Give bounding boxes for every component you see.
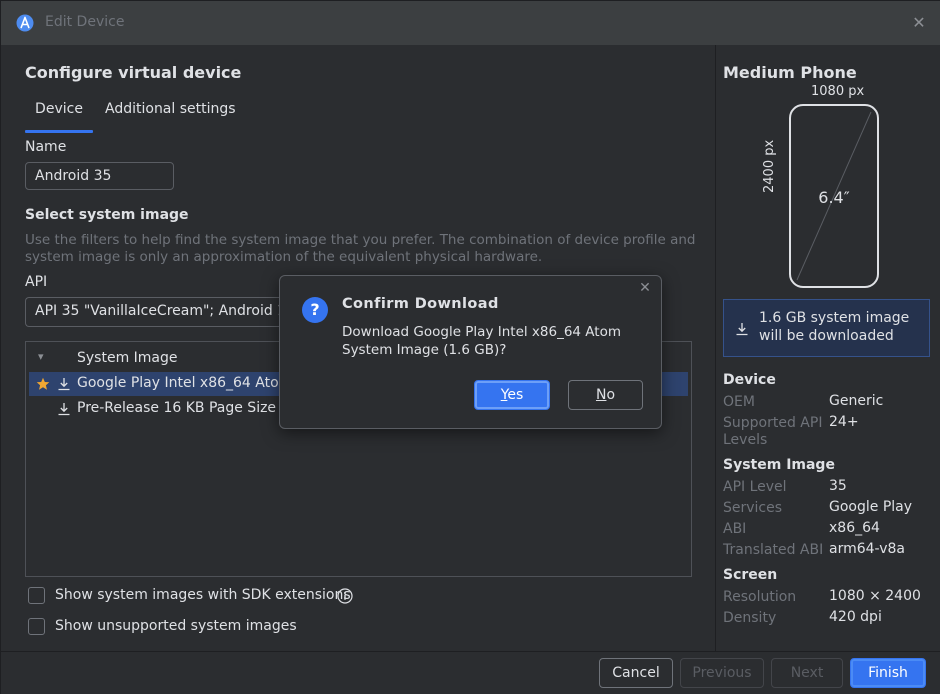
device-section-heading: Device	[723, 372, 776, 388]
screen-section-heading: Screen	[723, 567, 778, 583]
api-level-value: 35	[829, 478, 847, 494]
width-px-label: 1080 px	[811, 84, 865, 99]
sdk-extensions-label: Show system images with SDK extensions	[55, 587, 351, 603]
name-input[interactable]: Android 35	[25, 162, 174, 190]
oem-value: Generic	[829, 393, 884, 409]
no-label-rest: o	[606, 387, 616, 403]
density-key: Density	[723, 610, 777, 626]
device-title: Medium Phone	[723, 63, 857, 82]
question-icon: ?	[302, 297, 328, 323]
collapse-chevron-icon[interactable]: ▾	[38, 350, 44, 363]
unsupported-images-label: Show unsupported system images	[55, 618, 297, 634]
services-key: Services	[723, 500, 783, 516]
yes-button[interactable]: Yes	[474, 380, 550, 410]
finish-button[interactable]: Finish	[850, 658, 926, 688]
download-icon	[58, 403, 70, 416]
select-system-image-heading: Select system image	[25, 207, 189, 223]
unsupported-images-checkbox[interactable]	[28, 618, 45, 635]
no-mnemonic: N	[595, 387, 607, 403]
tab-device[interactable]: Device	[25, 101, 93, 133]
resolution-key: Resolution	[723, 589, 797, 605]
page-title: Configure virtual device	[25, 63, 242, 82]
device-summary-panel: Medium Phone 1080 px 2400 px 6.4″ 1.6 GB…	[715, 45, 940, 651]
name-label: Name	[25, 139, 67, 155]
api-label: API	[25, 274, 48, 290]
sdk-extensions-checkbox[interactable]	[28, 587, 45, 604]
column-header-system-image: System Image	[77, 350, 178, 366]
api-dropdown[interactable]: API 35 "VanillaIceCream"; Android 15.0	[25, 297, 283, 327]
info-icon[interactable]	[337, 588, 353, 604]
translated-abi-value: arm64-v8a	[829, 541, 905, 557]
translated-abi-key: Translated ABI	[723, 542, 824, 558]
cancel-button[interactable]: Cancel	[599, 658, 673, 688]
window-title: Edit Device	[45, 14, 125, 30]
star-icon	[36, 377, 50, 390]
edit-device-window: Edit Device ✕ Configure virtual device D…	[0, 0, 940, 694]
abi-key: ABI	[723, 521, 747, 537]
row-label: Google Play Intel x86_64 Atom S	[77, 375, 306, 391]
screen-size-label: 6.4″	[818, 188, 850, 207]
close-window-icon[interactable]: ✕	[909, 13, 929, 33]
dialog-message: Download Google Play Intel x86_64 Atom S…	[342, 324, 622, 358]
dialog-close-icon[interactable]: ✕	[637, 280, 653, 296]
dialog-title: Confirm Download	[342, 296, 499, 312]
download-notice-text: 1.6 GB system image will be downloaded	[759, 310, 910, 344]
confirm-download-dialog: ? Confirm Download Download Google Play …	[279, 275, 662, 429]
row-label: Pre-Release 16 KB Page Size Go	[77, 400, 300, 416]
title-bar: Edit Device ✕	[1, 1, 940, 45]
android-studio-logo-icon	[16, 14, 34, 32]
yes-label-rest: es	[507, 387, 524, 403]
download-icon	[736, 323, 748, 336]
oem-key: OEM	[723, 394, 755, 410]
next-button[interactable]: Next	[771, 658, 843, 688]
phone-preview: 6.4″	[789, 104, 879, 288]
system-image-section-heading: System Image	[723, 457, 835, 473]
height-px-label: 2400 px	[762, 139, 777, 193]
supported-api-value: 24+	[829, 414, 859, 430]
footer-bar: Cancel Previous Next Finish	[1, 651, 940, 694]
no-button[interactable]: No	[568, 380, 643, 410]
resolution-value: 1080 × 2400	[829, 588, 921, 604]
api-level-key: API Level	[723, 479, 787, 495]
download-icon	[58, 378, 70, 391]
download-notice: 1.6 GB system image will be downloaded	[723, 299, 930, 357]
hint-line-1: Use the filters to help find the system …	[25, 232, 696, 248]
services-value: Google Play	[829, 499, 913, 515]
supported-api-key: Supported API Levels	[723, 415, 823, 448]
previous-button[interactable]: Previous	[680, 658, 764, 688]
hint-line-2: system image is only an approximation of…	[25, 249, 543, 265]
tab-additional-settings[interactable]: Additional settings	[105, 101, 236, 131]
density-value: 420 dpi	[829, 609, 882, 625]
abi-value: x86_64	[829, 520, 880, 536]
